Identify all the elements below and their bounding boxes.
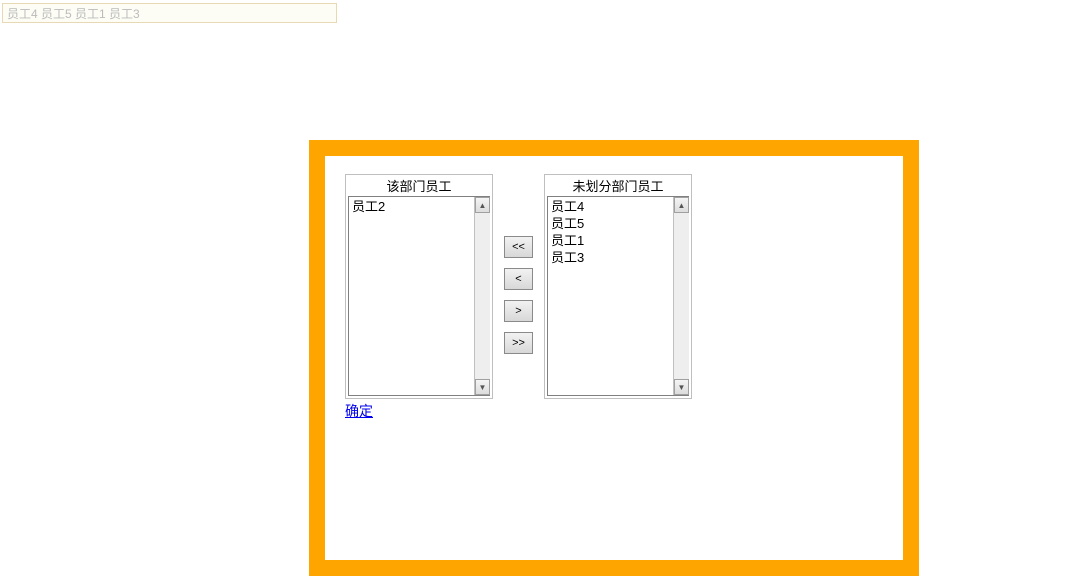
scroll-track[interactable] (475, 213, 490, 379)
right-list-content[interactable]: 员工4 员工5 员工1 员工3 (548, 197, 673, 395)
right-list-box: 未划分部门员工 员工4 员工5 员工1 员工3 ▲ ▼ (544, 174, 692, 399)
scroll-down-icon[interactable]: ▼ (674, 379, 689, 395)
move-all-right-button[interactable]: >> (504, 332, 533, 354)
move-buttons-column: << < > >> (493, 174, 544, 354)
right-list-title: 未划分部门员工 (545, 175, 691, 196)
scroll-track[interactable] (674, 213, 689, 379)
scroll-up-icon[interactable]: ▲ (475, 197, 490, 213)
right-list-body[interactable]: 员工4 员工5 员工1 员工3 ▲ ▼ (547, 196, 689, 396)
list-item[interactable]: 员工4 (551, 198, 670, 215)
scroll-down-icon[interactable]: ▼ (475, 379, 490, 395)
left-list-title: 该部门员工 (346, 175, 492, 196)
confirm-link[interactable]: 确定 (345, 401, 373, 421)
top-text-input[interactable] (2, 3, 337, 23)
dual-list-container: 该部门员工 员工2 ▲ ▼ << < > >> 未划分部门员工 (345, 174, 883, 399)
left-list-box: 该部门员工 员工2 ▲ ▼ (345, 174, 493, 399)
list-item[interactable]: 员工1 (551, 232, 670, 249)
list-item[interactable]: 员工3 (551, 249, 670, 266)
left-list-body[interactable]: 员工2 ▲ ▼ (348, 196, 490, 396)
right-scrollbar[interactable]: ▲ ▼ (673, 197, 689, 395)
scroll-up-icon[interactable]: ▲ (674, 197, 689, 213)
left-scrollbar[interactable]: ▲ ▼ (474, 197, 490, 395)
left-list-content[interactable]: 员工2 (349, 197, 474, 395)
move-left-button[interactable]: < (504, 268, 533, 290)
dual-list-panel: 该部门员工 员工2 ▲ ▼ << < > >> 未划分部门员工 (309, 140, 919, 576)
move-all-left-button[interactable]: << (504, 236, 533, 258)
move-right-button[interactable]: > (504, 300, 533, 322)
list-item[interactable]: 员工5 (551, 215, 670, 232)
list-item[interactable]: 员工2 (352, 198, 471, 215)
